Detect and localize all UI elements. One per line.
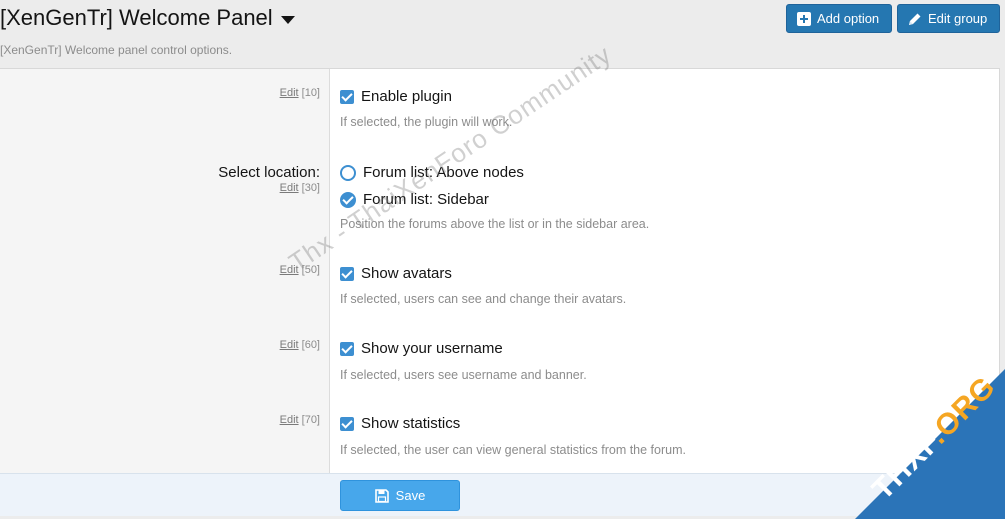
checkbox-checked-icon[interactable]: [340, 341, 354, 356]
radio-unselected-icon[interactable]: [340, 164, 356, 181]
chevron-down-icon[interactable]: [280, 15, 295, 24]
checkbox-checked-icon[interactable]: [340, 266, 354, 281]
enable-plugin-checkbox[interactable]: Enable plugin: [340, 88, 452, 105]
show-statistics-label: Show statistics: [361, 415, 461, 432]
add-option-button[interactable]: Add option: [786, 4, 892, 33]
display-order: [10]: [301, 87, 320, 99]
add-option-label: Add option: [817, 11, 880, 26]
edit-link-text[interactable]: Edit: [280, 339, 299, 351]
enable-plugin-hint: If selected, the plugin will work.: [340, 115, 513, 129]
show-avatars-checkbox[interactable]: Show avatars: [340, 265, 452, 282]
page-title-text: [XenGenTr] Welcome Panel: [0, 5, 273, 30]
edit-link-text[interactable]: Edit: [280, 182, 299, 194]
radio-label: Forum list: Above nodes: [363, 164, 524, 181]
edit-link-text[interactable]: Edit: [280, 414, 299, 426]
display-order: [30]: [301, 182, 320, 194]
location-hint: Position the forums above the list or in…: [340, 217, 650, 231]
floppy-disk-icon: [374, 488, 389, 503]
show-statistics-checkbox[interactable]: Show statistics: [340, 415, 460, 432]
show-statistics-hint: If selected, the user can view general s…: [340, 443, 686, 457]
edit-link-show-username[interactable]: Edit [60]: [0, 339, 320, 351]
save-button[interactable]: Save: [340, 480, 460, 511]
show-avatars-hint: If selected, users can see and change th…: [340, 292, 627, 306]
location-radio-above-nodes[interactable]: Forum list: Above nodes: [340, 164, 524, 181]
enable-plugin-label: Enable plugin: [361, 88, 452, 105]
select-location-label: Select location:: [218, 164, 320, 181]
pencil-icon: [909, 13, 921, 25]
checkbox-checked-icon[interactable]: [340, 416, 354, 431]
radio-label: Forum list: Sidebar: [363, 191, 489, 208]
show-username-hint: If selected, users see username and bann…: [340, 368, 587, 382]
show-username-label: Show your username: [361, 340, 503, 357]
radio-selected-icon[interactable]: [340, 191, 356, 208]
page-title[interactable]: [XenGenTr] Welcome Panel: [0, 5, 295, 31]
edit-link-show-statistics[interactable]: Edit [70]: [0, 414, 320, 426]
form-footer: Save: [0, 473, 999, 516]
display-order: [50]: [301, 264, 320, 276]
plus-square-icon: [797, 11, 811, 26]
edit-link-text[interactable]: Edit: [280, 87, 299, 99]
show-username-checkbox[interactable]: Show your username: [340, 340, 503, 357]
location-radio-sidebar[interactable]: Forum list: Sidebar: [340, 191, 489, 208]
show-avatars-label: Show avatars: [361, 265, 452, 282]
edit-group-button[interactable]: Edit group: [897, 4, 1000, 33]
edit-link-enable-plugin[interactable]: Edit [10]: [0, 87, 320, 99]
checkbox-checked-icon[interactable]: [340, 89, 354, 104]
page-description: [XenGenTr] Welcome panel control options…: [0, 43, 233, 57]
options-panel: Edit [10] Enable plugin If selected, the…: [0, 68, 1000, 516]
edit-link-text[interactable]: Edit: [280, 264, 299, 276]
save-label: Save: [395, 488, 426, 503]
display-order: [70]: [301, 414, 320, 426]
edit-link-location[interactable]: Edit [30]: [0, 182, 320, 194]
display-order: [60]: [301, 339, 320, 351]
edit-link-show-avatars[interactable]: Edit [50]: [0, 264, 320, 276]
edit-group-label: Edit group: [928, 11, 988, 26]
